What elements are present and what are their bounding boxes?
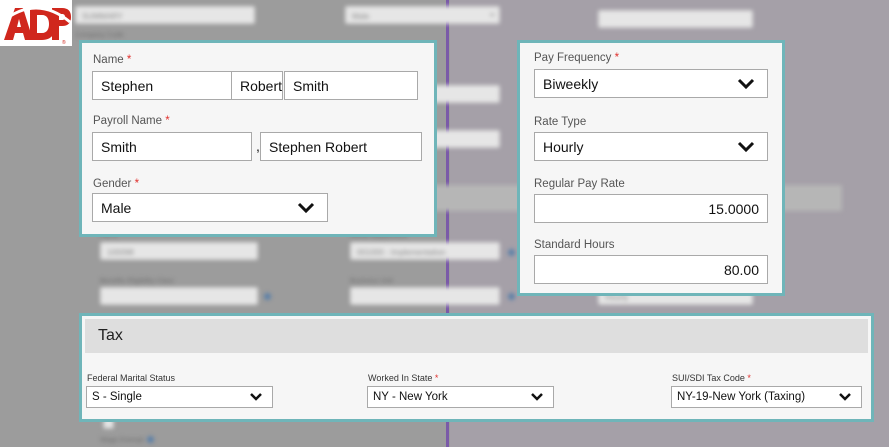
gender-select[interactable]: Male: [92, 193, 328, 222]
bg-info-icon-4: [147, 436, 154, 443]
chevron-down-icon: [297, 202, 315, 213]
regular-pay-rate-input[interactable]: 15.0000: [534, 194, 768, 223]
standard-hours-input[interactable]: 80.00: [534, 255, 768, 284]
name-panel: Name * Stephen Robert Smith Payroll Name…: [79, 40, 437, 237]
chevron-down-icon: [839, 393, 851, 401]
tax-section-title: Tax: [85, 319, 868, 353]
adp-logo: ®: [0, 0, 72, 46]
sui-sdi-tax-code-value: NY-19-New York (Taxing): [677, 391, 806, 403]
bg-business-unit-label: Business Unit: [350, 278, 393, 285]
tax-panel: Tax Federal Marital Status S - Single Wo…: [79, 313, 874, 422]
regular-pay-rate-label: Regular Pay Rate: [534, 178, 625, 190]
chevron-down-icon: [737, 78, 755, 89]
gender-value: Male: [101, 199, 132, 216]
payroll-first-name-input[interactable]: Stephen Robert: [260, 132, 422, 161]
worked-in-state-label: Worked In State *: [368, 373, 439, 383]
sui-sdi-tax-code-label: SUI/SDI Tax Code *: [672, 373, 751, 383]
bg-field-right: [598, 10, 753, 28]
worked-in-state-value: NY - New York: [373, 391, 448, 403]
pay-frequency-value: Biweekly: [543, 75, 599, 92]
federal-marital-status-value: S - Single: [92, 391, 142, 403]
bg-file-field: 100098: [100, 242, 258, 260]
bg-info-icon-2: [264, 293, 271, 300]
bg-business-unit-field: [350, 287, 500, 305]
bg-summary-field: SUMMARY: [75, 6, 255, 24]
chevron-down-icon: [250, 393, 262, 401]
bg-chevron-icon: ⌄: [488, 8, 497, 19]
federal-marital-status-select[interactable]: S - Single: [86, 386, 273, 408]
sui-sdi-tax-code-select[interactable]: NY-19-New York (Taxing): [671, 386, 862, 408]
worked-in-state-select[interactable]: NY - New York: [367, 386, 554, 408]
pay-frequency-select[interactable]: Biweekly: [534, 69, 768, 98]
pay-frequency-label: Pay Frequency *: [534, 52, 620, 64]
middle-name-input[interactable]: Robert: [231, 71, 283, 100]
rate-type-select[interactable]: Hourly: [534, 132, 768, 161]
federal-marital-status-label: Federal Marital Status: [87, 373, 176, 383]
payroll-last-name-input[interactable]: Smith: [92, 132, 252, 161]
bg-gender-field: Male: [345, 6, 500, 24]
last-name-input[interactable]: Smith: [284, 71, 418, 100]
first-name-input[interactable]: Stephen: [92, 71, 235, 100]
chevron-down-icon: [737, 141, 755, 152]
rate-type-label: Rate Type: [534, 116, 587, 128]
bg-wage-exempt-label: Wage Exempt: [100, 437, 144, 444]
svg-text:®: ®: [62, 39, 66, 46]
chevron-down-icon: [531, 393, 543, 401]
bg-company-code-label: Company Code: [75, 32, 124, 39]
pay-panel: Pay Frequency * Biweekly Rate Type Hourl…: [517, 40, 785, 296]
bg-benefits-field: [100, 287, 258, 305]
bg-benefits-label: Benefits Eligibility Class: [100, 278, 174, 285]
bg-home-department-field: 001000 - Implementation: [350, 242, 500, 260]
bg-info-icon: [508, 249, 515, 256]
payroll-name-label: Payroll Name *: [93, 115, 170, 127]
name-label: Name *: [93, 54, 132, 66]
rate-type-value: Hourly: [543, 138, 584, 155]
gender-label: Gender *: [93, 178, 140, 190]
bg-info-icon-3: [508, 293, 515, 300]
standard-hours-label: Standard Hours: [534, 239, 615, 251]
